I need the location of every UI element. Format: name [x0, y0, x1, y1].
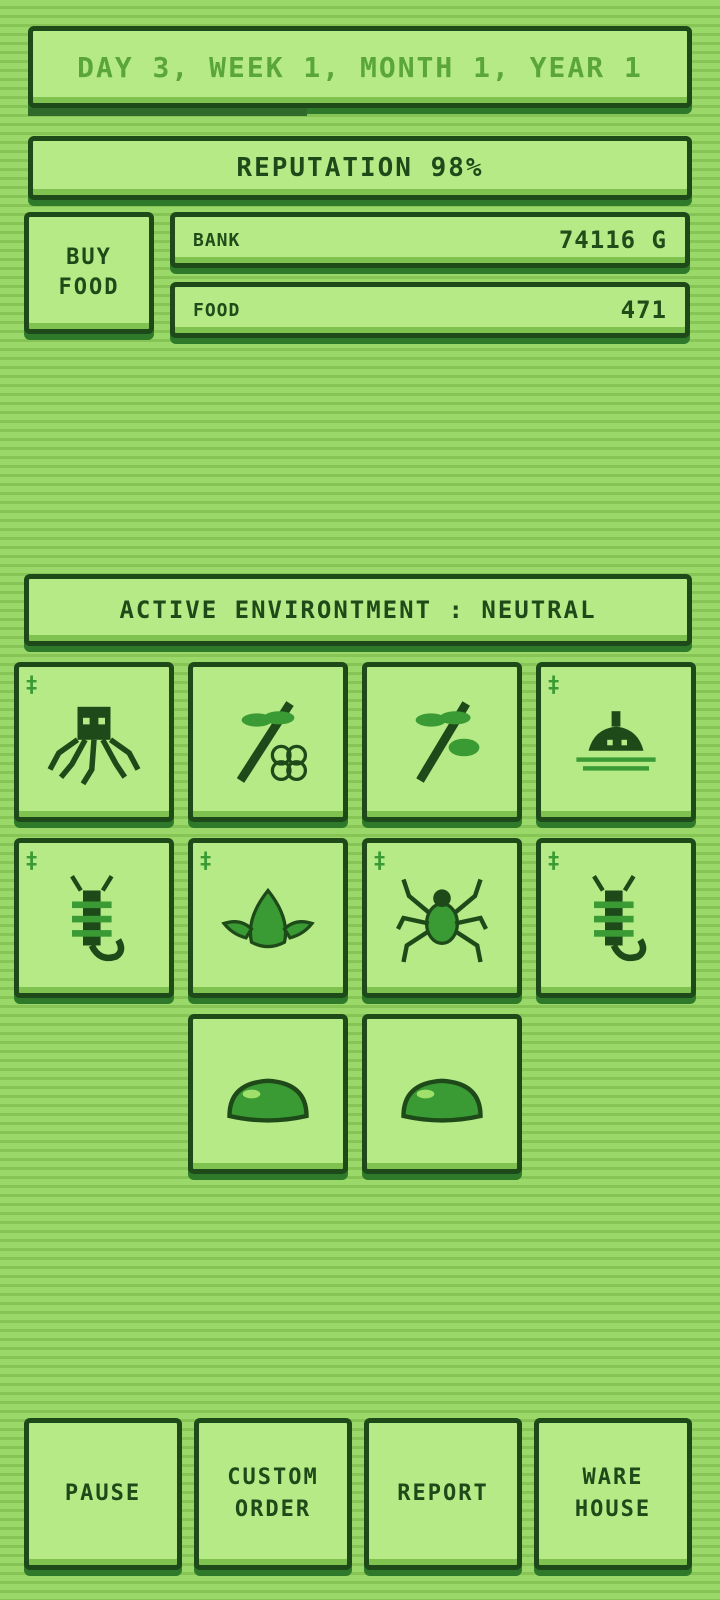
custom-order-label-1: CUSTOM	[227, 1465, 319, 1490]
buy-food-button[interactable]: BUY FOOD	[24, 212, 154, 334]
food-display: FOOD 471	[170, 282, 690, 338]
scorpion-icon	[592, 875, 647, 962]
plus-icon: ‡	[25, 673, 39, 698]
spider-icon	[396, 878, 488, 963]
pause-label: PAUSE	[64, 1481, 142, 1506]
plant-sprout-icon	[415, 701, 480, 783]
creature-tile[interactable]	[188, 662, 348, 822]
scorpion-icon	[70, 875, 125, 962]
pause-button[interactable]: PAUSE	[24, 1418, 182, 1570]
reputation-text: REPUTATION 98%	[236, 153, 484, 183]
environment-display: ACTIVE ENVIRONTMENT : NEUTRAL	[24, 574, 692, 646]
plant-with-fruit-icon	[236, 701, 308, 783]
warehouse-label-2: HOUSE	[574, 1497, 652, 1522]
creature-tile[interactable]: ‡	[14, 662, 174, 822]
creature-tile[interactable]: ‡	[536, 838, 696, 998]
plus-icon: ‡	[25, 849, 39, 874]
creature-tile[interactable]: ‡	[362, 838, 522, 998]
octopus-icon	[47, 706, 141, 786]
creature-tile[interactable]	[188, 1014, 348, 1174]
buy-food-label-1: BUY	[66, 245, 112, 270]
reputation-display: REPUTATION 98%	[28, 136, 692, 200]
custom-order-button[interactable]: CUSTOM ORDER	[194, 1418, 352, 1570]
buy-food-label-2: FOOD	[58, 275, 120, 300]
report-label: REPORT	[397, 1481, 489, 1506]
water-creature-icon	[576, 711, 656, 771]
creature-tile[interactable]: ‡	[188, 838, 348, 998]
report-button[interactable]: REPORT	[364, 1418, 522, 1570]
environment-label: ACTIVE ENVIRONTMENT : NEUTRAL	[119, 596, 597, 624]
bank-value: 74116 G	[558, 226, 667, 254]
warehouse-button[interactable]: WARE HOUSE	[534, 1418, 692, 1570]
slime-icon	[227, 1078, 309, 1123]
creature-tile[interactable]	[362, 1014, 522, 1174]
plus-icon: ‡	[199, 849, 213, 874]
date-text: DAY 3, WEEK 1, MONTH 1, YEAR 1	[77, 50, 643, 84]
creature-tile[interactable]	[362, 662, 522, 822]
bank-display: BANK 74116 G	[170, 212, 690, 268]
plus-icon: ‡	[547, 849, 561, 874]
warehouse-label-1: WARE	[582, 1465, 644, 1490]
slime-icon	[401, 1078, 483, 1123]
plus-icon: ‡	[373, 849, 387, 874]
custom-order-label-2: ORDER	[234, 1497, 312, 1522]
creature-tile[interactable]: ‡	[14, 838, 174, 998]
bank-label: BANK	[193, 229, 241, 251]
seed-pod-icon	[221, 887, 315, 949]
day-progress-bar	[28, 108, 307, 116]
date-display: DAY 3, WEEK 1, MONTH 1, YEAR 1	[28, 26, 692, 108]
plus-icon: ‡	[547, 673, 561, 698]
food-value: 471	[620, 296, 667, 324]
food-label: FOOD	[193, 299, 241, 321]
creature-tile[interactable]: ‡	[536, 662, 696, 822]
